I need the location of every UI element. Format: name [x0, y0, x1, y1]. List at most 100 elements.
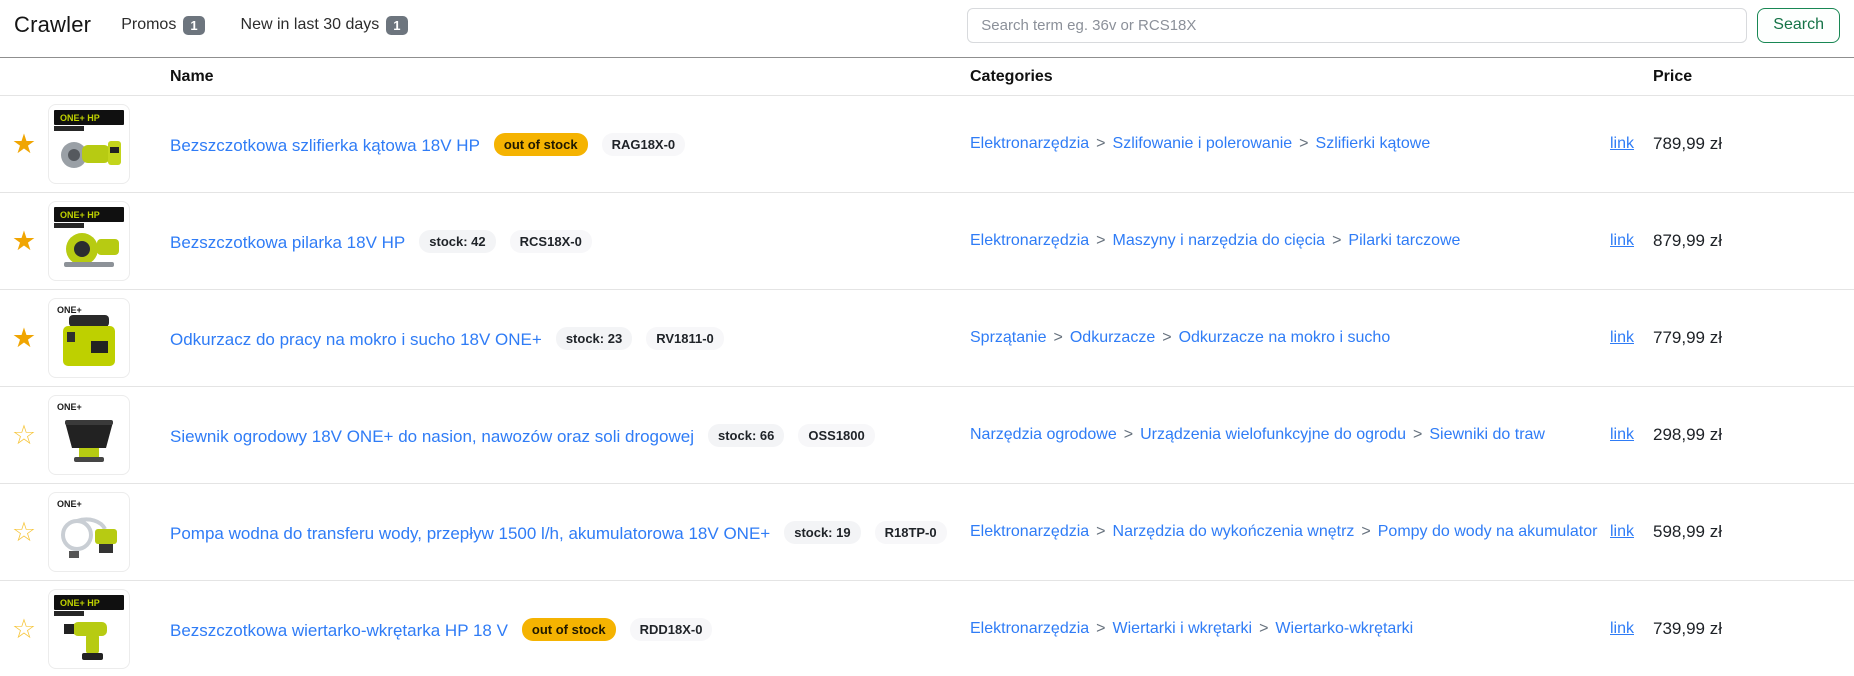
category-link[interactable]: Elektronarzędzia [970, 620, 1089, 637]
category-breadcrumb: Elektronarzędzia > Narzędzia do wykończeni… [970, 519, 1575, 545]
category-link[interactable]: Maszyny i narzędzia do cięcia [1113, 232, 1326, 249]
search-button[interactable]: Search [1757, 8, 1840, 43]
product-thumbnail[interactable]: ONE+ [48, 298, 130, 378]
star-toggle[interactable]: ☆ [12, 420, 36, 450]
category-link[interactable]: Narzędzia ogrodowe [970, 426, 1117, 443]
product-name-link[interactable]: Bezszczotkowa szlifierka kątowa 18V HP [170, 136, 480, 155]
breadcrumb-separator: > [1054, 329, 1063, 346]
category-link[interactable]: Wiertarki i wkrętarki [1113, 620, 1253, 637]
table-row: ☆ ONE+ Pompa wodna do transferu wody, pr… [0, 484, 1854, 581]
search-area: Search [967, 8, 1840, 43]
product-price: 298,99 zł [1650, 387, 1854, 484]
product-external-link[interactable]: link [1610, 135, 1634, 152]
category-breadcrumb: Elektronarzędzia > Maszyny i narzędzia do … [970, 228, 1575, 254]
sku-badge: RV1811-0 [646, 327, 724, 350]
product-thumbnail[interactable]: ONE+ [48, 492, 130, 572]
breadcrumb-separator: > [1124, 426, 1133, 443]
category-breadcrumb: Elektronarzędzia > Wiertarki i wkrętarki > W… [970, 616, 1575, 642]
table-row: ★ ONE+ Odkurzacz do pracy na mokro i suc… [0, 290, 1854, 387]
category-breadcrumb: Elektronarzędzia > Szlifowanie i polerowan… [970, 131, 1575, 157]
category-link[interactable]: Elektronarzędzia [970, 135, 1089, 152]
product-price: 779,99 zł [1650, 290, 1854, 387]
product-thumbnail[interactable]: ONE+ HP [48, 201, 130, 281]
seed-spreader-image: ONE+ [49, 396, 129, 474]
product-name-link[interactable]: Siewnik ogrodowy 18V ONE+ do nasion, naw… [170, 427, 694, 446]
table-row: ☆ ONE+ Siewnik ogrodowy 18V ONE+ do nasi… [0, 387, 1854, 484]
angle-grinder-image: ONE+ HP [49, 105, 129, 183]
sku-badge: RAG18X-0 [602, 133, 686, 156]
nav-new-label: New in last 30 days [241, 16, 380, 34]
category-breadcrumb: Sprzątanie > Odkurzacze > Odkurzacze na mokr… [970, 325, 1575, 351]
header-star-column [0, 58, 48, 96]
breadcrumb-separator: > [1332, 232, 1341, 249]
product-external-link[interactable]: link [1610, 426, 1634, 443]
app-title: Crawler [14, 12, 91, 38]
star-toggle[interactable]: ★ [12, 323, 36, 353]
category-link[interactable]: Narzędzia do wykończenia wnętrz [1113, 523, 1355, 540]
category-link[interactable]: Szlifierki kątowe [1316, 135, 1431, 152]
category-link[interactable]: Elektronarzędzia [970, 232, 1089, 249]
product-thumbnail[interactable]: ONE+ HP [48, 104, 130, 184]
product-thumbnail[interactable]: ONE+ HP [48, 589, 130, 669]
header-name: Name [170, 58, 970, 96]
new-count-badge: 1 [386, 16, 407, 35]
table-header-row: Name Categories Price [0, 58, 1854, 96]
category-link[interactable]: Wiertarko-wkrętarki [1275, 620, 1413, 637]
category-link[interactable]: Szlifowanie i polerowanie [1113, 135, 1293, 152]
stock-badge: stock: 42 [419, 230, 495, 253]
header-categories: Categories [970, 58, 1600, 96]
drill-driver-image: ONE+ HP [49, 590, 129, 668]
product-thumbnail[interactable]: ONE+ [48, 395, 130, 475]
header-price: Price [1650, 58, 1854, 96]
category-link[interactable]: Urządzenia wielofunkcyjne do ogrodu [1140, 426, 1406, 443]
product-external-link[interactable]: link [1610, 523, 1634, 540]
svg-text:ONE+ HP: ONE+ HP [60, 210, 100, 220]
product-external-link[interactable]: link [1610, 232, 1634, 249]
product-name-link[interactable]: Pompa wodna do transferu wody, przepływ … [170, 524, 770, 543]
breadcrumb-separator: > [1096, 232, 1105, 249]
breadcrumb-separator: > [1162, 329, 1171, 346]
stock-badge: stock: 19 [784, 521, 860, 544]
sku-badge: RDD18X-0 [630, 618, 713, 641]
breadcrumb-separator: > [1299, 135, 1308, 152]
svg-text:ONE+: ONE+ [57, 305, 82, 315]
product-external-link[interactable]: link [1610, 329, 1634, 346]
category-link[interactable]: Sprzątanie [970, 329, 1047, 346]
stock-badge: stock: 66 [708, 424, 784, 447]
product-name-link[interactable]: Bezszczotkowa pilarka 18V HP [170, 233, 405, 252]
promos-count-badge: 1 [183, 16, 204, 35]
wet-dry-vacuum-image: ONE+ [49, 299, 129, 377]
table-row: ★ ONE+ HP Bezszczotkowa szlifierka kątow… [0, 96, 1854, 193]
nav-new-in-30-days[interactable]: New in last 30 days 1 [241, 16, 408, 35]
header-image-column [48, 58, 170, 96]
product-price: 739,99 zł [1650, 581, 1854, 676]
water-pump-image: ONE+ [49, 493, 129, 571]
category-link[interactable]: Elektronarzędzia [970, 523, 1089, 540]
table-row: ☆ ONE+ HP Bezszczotkowa wiertarko-wkręta… [0, 581, 1854, 676]
search-input[interactable] [967, 8, 1747, 43]
svg-text:ONE+: ONE+ [57, 402, 82, 412]
breadcrumb-separator: > [1096, 523, 1105, 540]
product-external-link[interactable]: link [1610, 620, 1634, 637]
category-link[interactable]: Pilarki tarczowe [1348, 232, 1460, 249]
breadcrumb-separator: > [1259, 620, 1268, 637]
star-toggle[interactable]: ☆ [12, 517, 36, 547]
product-price: 598,99 zł [1650, 484, 1854, 581]
sku-badge: R18TP-0 [875, 521, 947, 544]
product-name-link[interactable]: Bezszczotkowa wiertarko-wkrętarka HP 18 … [170, 621, 508, 640]
nav-promos-label: Promos [121, 16, 176, 34]
circular-saw-image: ONE+ HP [49, 202, 129, 280]
category-link[interactable]: Odkurzacze [1070, 329, 1155, 346]
category-link[interactable]: Odkurzacze na mokro i sucho [1179, 329, 1391, 346]
star-toggle[interactable]: ★ [12, 226, 36, 256]
star-toggle[interactable]: ★ [12, 129, 36, 159]
category-link[interactable]: Pompy do wody na akumulator [1378, 523, 1598, 540]
breadcrumb-separator: > [1096, 620, 1105, 637]
svg-text:ONE+: ONE+ [57, 499, 82, 509]
category-link[interactable]: Siewniki do traw [1429, 426, 1545, 443]
stock-badge: stock: 23 [556, 327, 632, 350]
product-name-link[interactable]: Odkurzacz do pracy na mokro i sucho 18V … [170, 330, 542, 349]
svg-text:ONE+ HP: ONE+ HP [60, 113, 100, 123]
nav-promos[interactable]: Promos 1 [121, 16, 204, 35]
star-toggle[interactable]: ☆ [12, 614, 36, 644]
